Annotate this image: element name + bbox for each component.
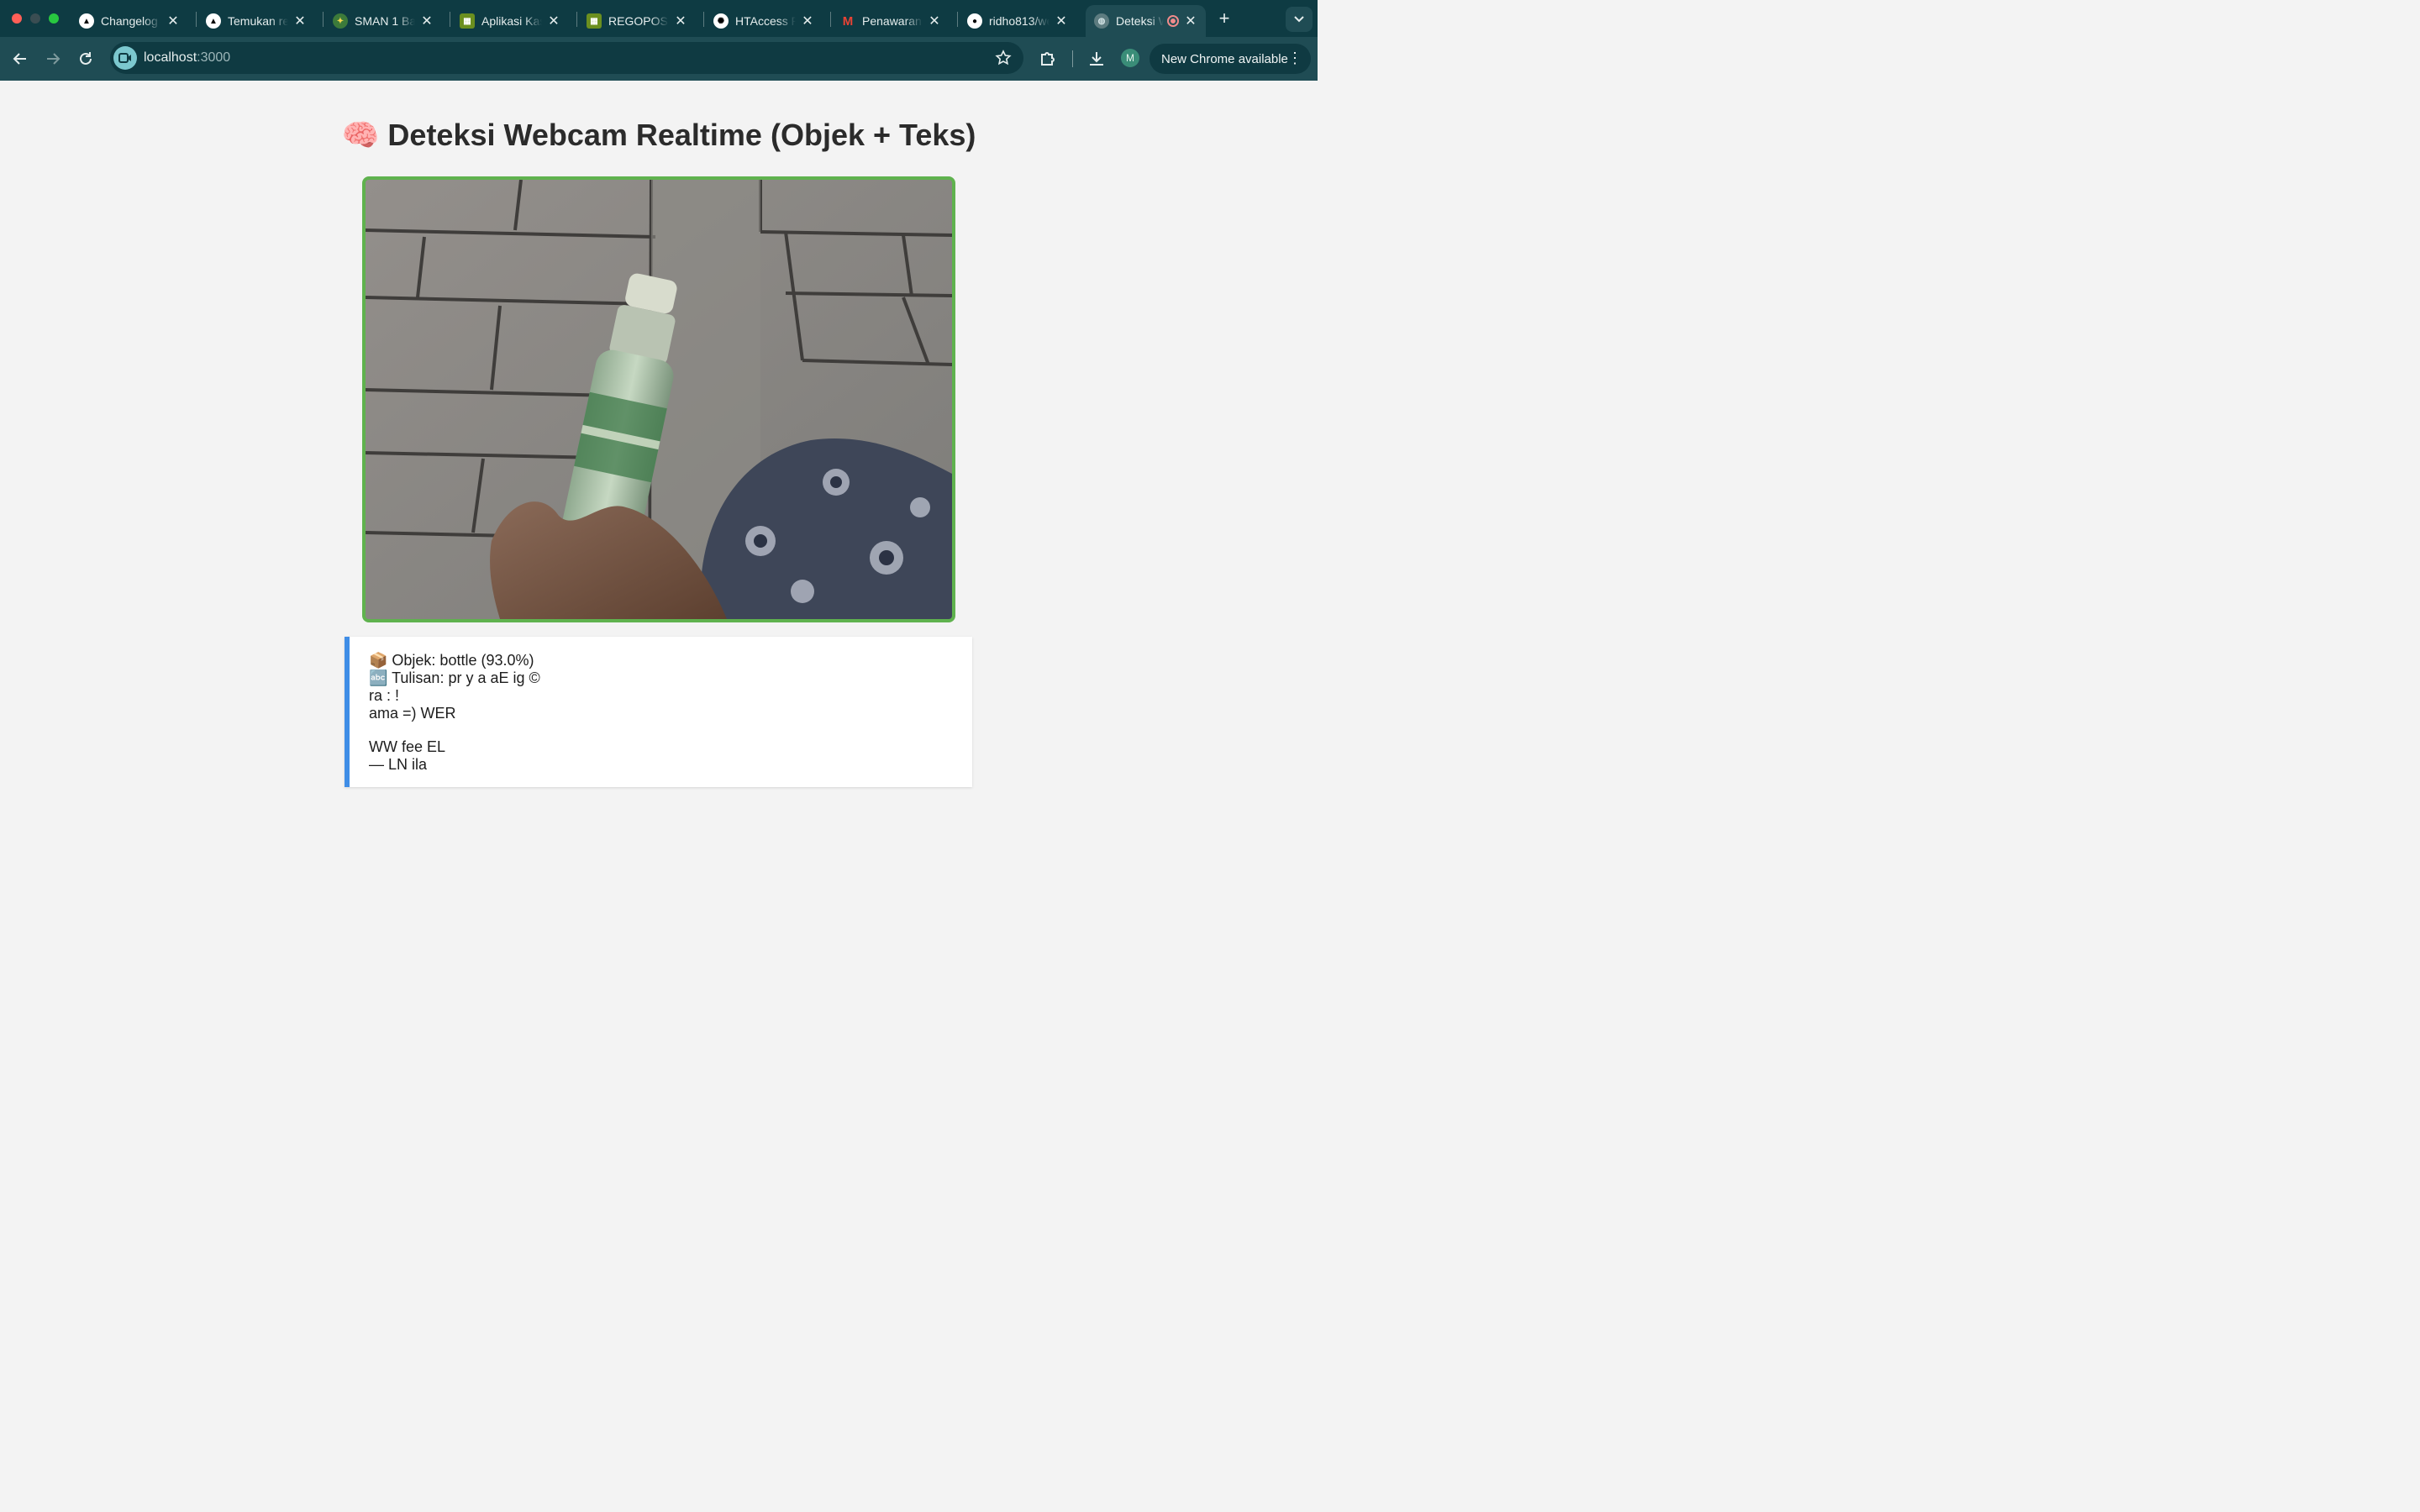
extensions-button[interactable]: [1038, 49, 1058, 69]
update-chrome-button[interactable]: New Chrome available ⋮: [1150, 44, 1311, 74]
browser-tab-active[interactable]: ◍ Deteksi Webcam ✕: [1086, 5, 1206, 37]
ocr-text-line: 🔤 Tulisan: pr y a aE ig ©: [369, 669, 540, 686]
maximize-window-button[interactable]: [49, 13, 59, 24]
ocr-text-line: [369, 722, 972, 738]
back-button[interactable]: [8, 47, 32, 71]
browser-tab[interactable]: ✺ HTAccess Portal ✕: [705, 5, 823, 37]
tab-title: Aplikasi Kasir: [481, 14, 542, 28]
address-bar[interactable]: localhost:3000: [110, 42, 1023, 74]
webcam-video: [362, 176, 955, 622]
tab-title: HTAccess Portal: [735, 14, 796, 28]
url-host: localhost: [144, 50, 197, 65]
browser-tab[interactable]: ▲ Temukan rekomendasi ✕: [197, 5, 315, 37]
browser-tab[interactable]: ● ridho813/webcam ✕: [959, 5, 1076, 37]
openai-icon: ✺: [713, 13, 729, 29]
puzzle-icon: [1041, 52, 1055, 66]
reload-button[interactable]: [74, 47, 97, 71]
github-icon: ●: [967, 13, 982, 29]
browser-tab[interactable]: ▦ Aplikasi Kasir ✕: [451, 5, 569, 37]
close-tab-icon[interactable]: ✕: [1055, 13, 1068, 29]
close-tab-icon[interactable]: ✕: [801, 13, 814, 29]
tab-title: REGOPOS.ID: [608, 14, 669, 28]
school-crest-icon: ✦: [333, 13, 348, 29]
camera-icon: [118, 53, 131, 63]
detection-output: 📦 Objek: bottle (93.0%) 🔤 Tulisan: pr y …: [345, 637, 972, 787]
new-tab-button[interactable]: +: [1215, 8, 1234, 29]
tab-title: Temukan rekomendasi: [228, 14, 288, 28]
ocr-text-line: ra : !: [369, 687, 400, 704]
url-text[interactable]: localhost:3000: [144, 50, 230, 66]
sheets-icon: ▦: [587, 13, 602, 29]
close-tab-icon[interactable]: ✕: [547, 13, 560, 29]
tab-strip: ▲ Changelog – ✕ ▲ Temukan rekomendasi ✕ …: [0, 0, 1318, 37]
close-tab-icon[interactable]: ✕: [674, 13, 687, 29]
download-icon: [1090, 52, 1103, 66]
gmail-icon: M: [842, 13, 854, 29]
profile-avatar[interactable]: M: [1121, 49, 1139, 67]
close-tab-icon[interactable]: ✕: [1184, 13, 1197, 29]
update-label: New Chrome available: [1161, 51, 1288, 66]
browser-tab[interactable]: ▲ Changelog – ✕: [71, 5, 188, 37]
close-window-button[interactable]: [12, 13, 22, 24]
webcam-frame-image: [366, 180, 952, 619]
close-tab-icon[interactable]: ✕: [928, 13, 941, 29]
url-port: :3000: [197, 50, 231, 65]
tab-title: Penawaran Harga: [862, 14, 923, 28]
tab-search-button[interactable]: [1286, 7, 1313, 32]
reload-icon: [80, 52, 92, 65]
forward-button[interactable]: [41, 47, 65, 71]
avatar-letter: M: [1126, 52, 1134, 64]
tab-title: Changelog –: [101, 14, 161, 28]
browser-tab[interactable]: ▦ REGOPOS.ID ✕: [578, 5, 696, 37]
close-tab-icon[interactable]: ✕: [293, 13, 307, 29]
tab-title: SMAN 1 Badung: [355, 14, 415, 28]
bookmark-star-icon[interactable]: [995, 50, 1012, 66]
close-tab-icon[interactable]: ✕: [420, 13, 434, 29]
tab-title: Deteksi Webcam: [1116, 14, 1164, 28]
tab-title: ridho813/webcam: [989, 14, 1050, 28]
browser-toolbar: localhost:3000 M New Chrome available ⋮: [0, 37, 1318, 81]
page-title: 🧠 Deteksi Webcam Realtime (Objek + Teks): [341, 118, 976, 152]
close-tab-icon[interactable]: ✕: [166, 13, 180, 29]
browser-tab[interactable]: M Penawaran Harga ✕: [832, 5, 950, 37]
globe-icon: ◍: [1094, 13, 1109, 29]
triangle-icon: ▲: [79, 13, 94, 29]
recording-icon: [1167, 15, 1179, 27]
chevron-down-icon: [1294, 16, 1304, 23]
site-info-button[interactable]: [113, 46, 137, 70]
ocr-text-line: ama =) WER: [369, 705, 456, 722]
browser-tab[interactable]: ✦ SMAN 1 Badung ✕: [324, 5, 442, 37]
sheets-icon: ▦: [460, 13, 475, 29]
downloads-button[interactable]: [1086, 49, 1107, 69]
arrow-right-icon: [47, 53, 60, 65]
arrow-left-icon: [13, 53, 26, 65]
ocr-text-line: WW fee EL: [369, 738, 446, 755]
ocr-text-line: — LN ila: [369, 756, 428, 773]
minimize-window-button[interactable]: [30, 13, 40, 24]
object-detection-line: 📦 Objek: bottle (93.0%): [369, 652, 534, 669]
more-menu-icon[interactable]: ⋮: [1287, 50, 1302, 67]
triangle-icon: ▲: [206, 13, 221, 29]
